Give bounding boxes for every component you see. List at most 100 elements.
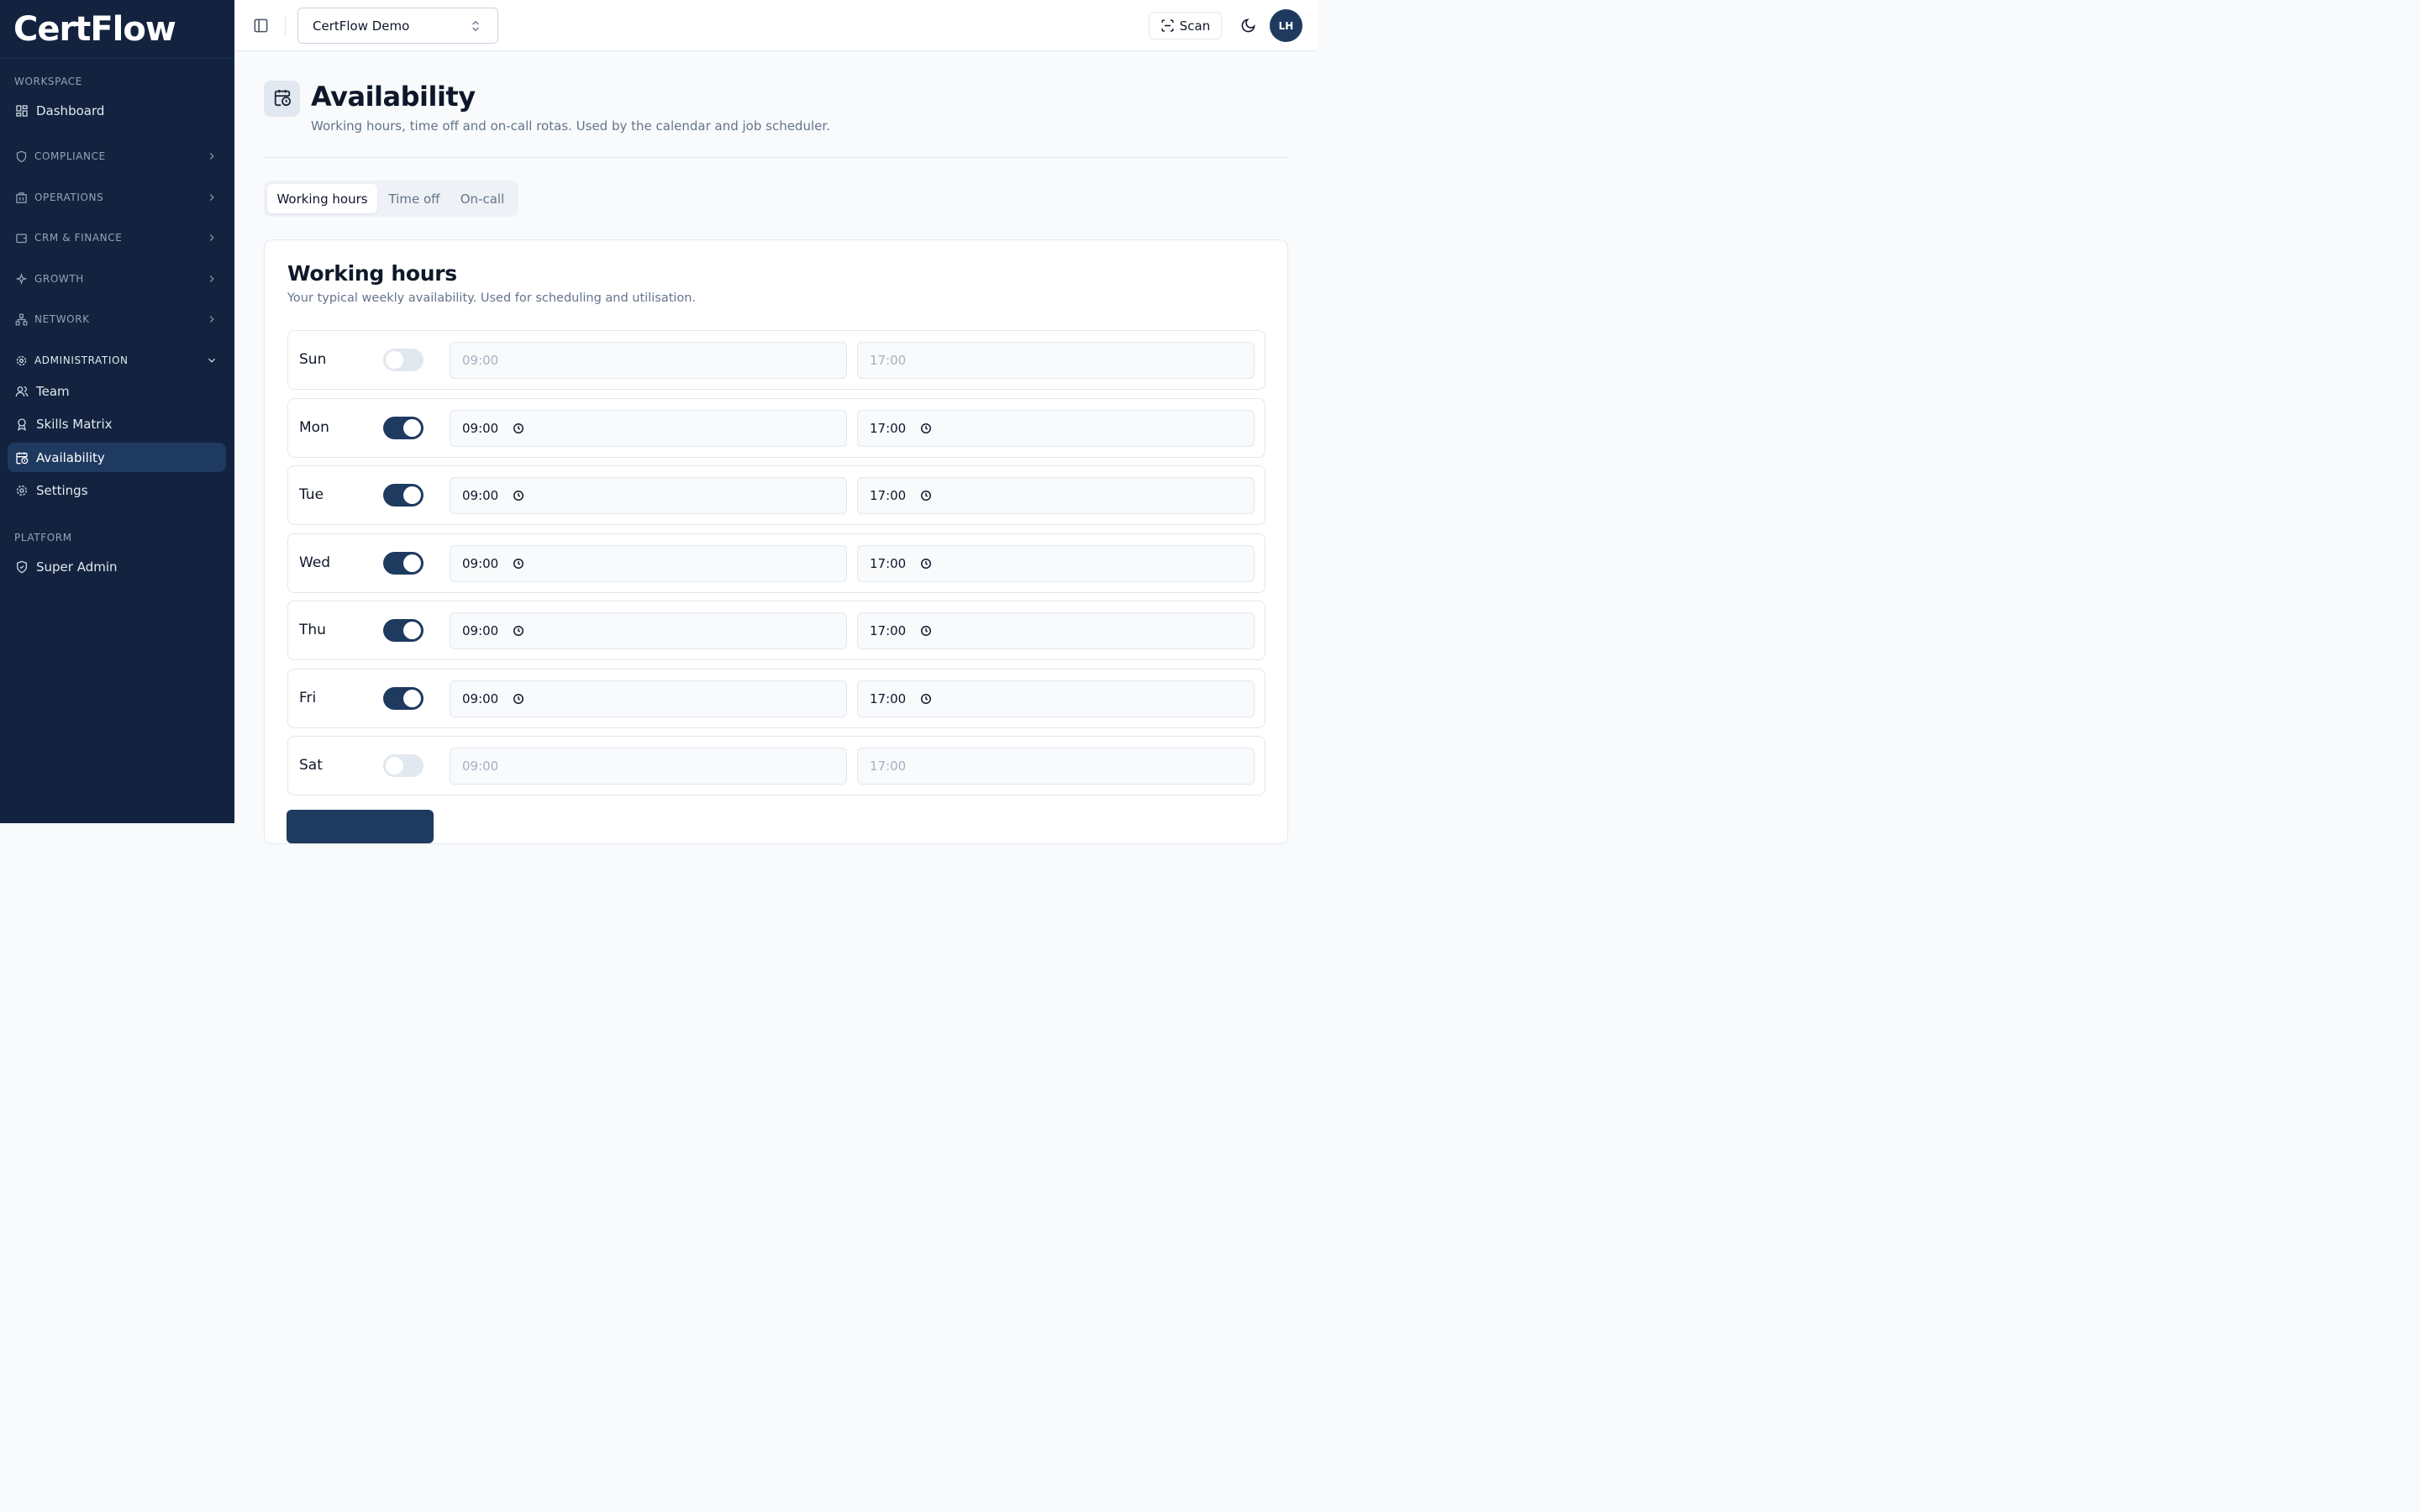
clock-icon bbox=[920, 558, 932, 570]
scan-button[interactable]: Scan bbox=[1149, 12, 1222, 39]
scan-label: Scan bbox=[1179, 18, 1211, 34]
chevron-right-icon bbox=[206, 150, 218, 162]
gear-icon bbox=[15, 354, 28, 367]
sidebar-item-team[interactable]: Team bbox=[8, 376, 226, 406]
wallet-icon bbox=[15, 232, 28, 244]
page-icon bbox=[264, 81, 300, 117]
building-icon bbox=[15, 192, 28, 204]
chevrons-up-down-icon bbox=[469, 19, 482, 33]
day-toggle[interactable] bbox=[383, 754, 424, 777]
day-toggle[interactable] bbox=[383, 484, 424, 507]
chevron-right-icon bbox=[206, 192, 218, 203]
sidebar-group-operations[interactable]: OPERATIONS bbox=[8, 185, 226, 210]
day-label: Tue bbox=[299, 486, 324, 503]
page-subtitle: Working hours, time off and on-call rota… bbox=[311, 118, 830, 134]
start-time-input[interactable]: 09:00 bbox=[450, 342, 847, 379]
calendar-clock-icon bbox=[15, 451, 29, 465]
day-toggle[interactable] bbox=[383, 619, 424, 642]
end-time-input[interactable]: 17:00 bbox=[857, 477, 1255, 514]
start-time-input[interactable]: 09:00 bbox=[450, 680, 847, 717]
end-time-input[interactable]: 17:00 bbox=[857, 612, 1255, 649]
chevron-right-icon bbox=[206, 232, 218, 244]
sidebar-item-skills-matrix[interactable]: Skills Matrix bbox=[8, 409, 226, 438]
workspace-select[interactable]: CertFlow Demo bbox=[297, 8, 498, 44]
sidebar-item-label: Skills Matrix bbox=[36, 416, 113, 432]
sidebar-item-label: Availability bbox=[36, 449, 105, 465]
end-time-input[interactable]: 17:00 bbox=[857, 410, 1255, 447]
sidebar-group-crm-finance[interactable]: CRM & FINANCE bbox=[8, 225, 226, 250]
sidebar-item-label: Team bbox=[36, 383, 70, 399]
end-time-input[interactable]: 17:00 bbox=[857, 342, 1255, 379]
clock-icon bbox=[920, 693, 932, 705]
sidebar-group-growth[interactable]: GROWTH bbox=[8, 266, 226, 291]
sidebar-item-dashboard[interactable]: Dashboard bbox=[8, 96, 226, 125]
day-toggle[interactable] bbox=[383, 687, 424, 710]
day-row-sat: Sat 09:00 17:00 bbox=[287, 736, 1265, 795]
tab-on-call[interactable]: On-call bbox=[451, 184, 513, 213]
dashboard-icon bbox=[15, 104, 29, 118]
brand-logo[interactable]: CertFlow bbox=[0, 0, 234, 59]
clock-icon bbox=[920, 423, 932, 434]
tab-list: Working hours Time off On-call bbox=[264, 181, 518, 217]
moon-icon[interactable] bbox=[1240, 18, 1256, 34]
avatar[interactable]: LH bbox=[1270, 9, 1302, 42]
start-time-input[interactable]: 09:00 bbox=[450, 410, 847, 447]
start-time-input[interactable]: 09:00 bbox=[450, 612, 847, 649]
sidebar-item-label: Dashboard bbox=[36, 102, 105, 118]
day-toggle[interactable] bbox=[383, 349, 424, 371]
sidebar-item-settings[interactable]: Settings bbox=[8, 475, 226, 505]
working-hours-card: Working hours Your typical weekly availa… bbox=[264, 239, 1288, 844]
day-label: Thu bbox=[299, 622, 326, 638]
workspace-select-value: CertFlow Demo bbox=[313, 18, 410, 34]
start-time-input[interactable]: 09:00 bbox=[450, 545, 847, 582]
clock-icon bbox=[920, 490, 932, 501]
sidebar-toggle-icon[interactable] bbox=[253, 18, 269, 34]
day-toggle[interactable] bbox=[383, 417, 424, 439]
scan-icon bbox=[1160, 18, 1175, 33]
day-label: Wed bbox=[299, 554, 331, 571]
sidebar-item-availability[interactable]: Availability bbox=[8, 443, 226, 472]
start-time-input[interactable]: 09:00 bbox=[450, 748, 847, 785]
group-label: CRM & FINANCE bbox=[34, 232, 123, 244]
calendar-clock-icon bbox=[273, 88, 292, 110]
day-label: Sat bbox=[299, 757, 323, 774]
award-icon bbox=[15, 417, 29, 431]
tab-time-off[interactable]: Time off bbox=[381, 184, 448, 213]
page-title: Availability bbox=[311, 81, 476, 113]
shield-icon bbox=[15, 150, 28, 163]
start-time-input[interactable]: 09:00 bbox=[450, 477, 847, 514]
section-label-workspace: WORKSPACE bbox=[14, 76, 82, 87]
day-toggle[interactable] bbox=[383, 552, 424, 575]
clock-icon bbox=[513, 423, 524, 434]
day-row-sun: Sun 09:00 17:00 bbox=[287, 330, 1265, 390]
day-row-wed: Wed 09:00 17:00 bbox=[287, 533, 1265, 593]
card-subtitle: Your typical weekly availability. Used f… bbox=[287, 291, 697, 305]
end-time-input[interactable]: 17:00 bbox=[857, 748, 1255, 785]
sidebar-group-network[interactable]: NETWORK bbox=[8, 307, 226, 332]
divider bbox=[264, 157, 1288, 158]
clock-icon bbox=[513, 558, 524, 570]
section-label-platform: PLATFORM bbox=[14, 532, 72, 543]
day-row-tue: Tue 09:00 17:00 bbox=[287, 465, 1265, 525]
save-button[interactable] bbox=[287, 810, 434, 843]
clock-icon bbox=[513, 693, 524, 705]
end-time-input[interactable]: 17:00 bbox=[857, 545, 1255, 582]
divider bbox=[285, 16, 286, 35]
clock-icon bbox=[513, 625, 524, 637]
sidebar-group-compliance[interactable]: COMPLIANCE bbox=[8, 144, 226, 169]
tab-working-hours[interactable]: Working hours bbox=[267, 184, 377, 213]
sidebar-item-super-admin[interactable]: Super Admin bbox=[8, 552, 226, 581]
chevron-right-icon bbox=[206, 273, 218, 285]
sidebar-item-label: Settings bbox=[36, 482, 88, 498]
sidebar: CertFlow WORKSPACE Dashboard COMPLIANCE … bbox=[0, 0, 234, 823]
group-label: NETWORK bbox=[34, 313, 90, 325]
clock-icon bbox=[920, 625, 932, 637]
day-row-thu: Thu 09:00 17:00 bbox=[287, 601, 1265, 660]
group-label: ADMINISTRATION bbox=[34, 354, 129, 366]
sparkles-icon bbox=[15, 272, 28, 286]
sidebar-group-administration[interactable]: ADMINISTRATION bbox=[8, 348, 226, 373]
end-time-input[interactable]: 17:00 bbox=[857, 680, 1255, 717]
clock-icon bbox=[513, 490, 524, 501]
day-label: Fri bbox=[299, 690, 317, 706]
group-label: GROWTH bbox=[34, 273, 84, 285]
